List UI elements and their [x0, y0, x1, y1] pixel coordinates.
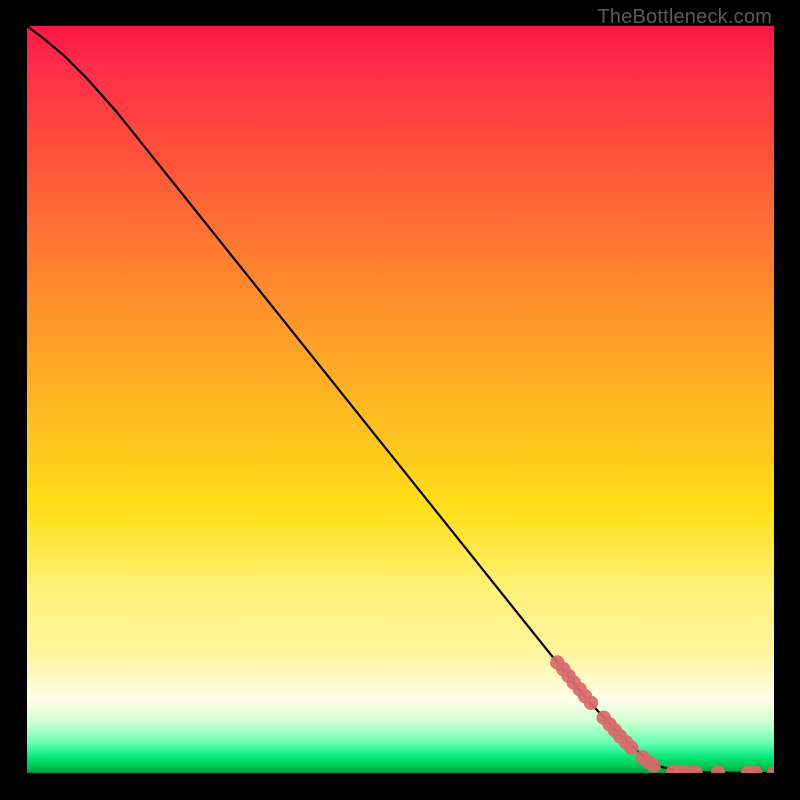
- chart-container: TheBottleneck.com: [0, 0, 800, 800]
- chart-overlay: [27, 26, 774, 773]
- plot-area: [27, 26, 774, 773]
- scatter-points: [550, 655, 774, 773]
- curve-line: [27, 26, 774, 773]
